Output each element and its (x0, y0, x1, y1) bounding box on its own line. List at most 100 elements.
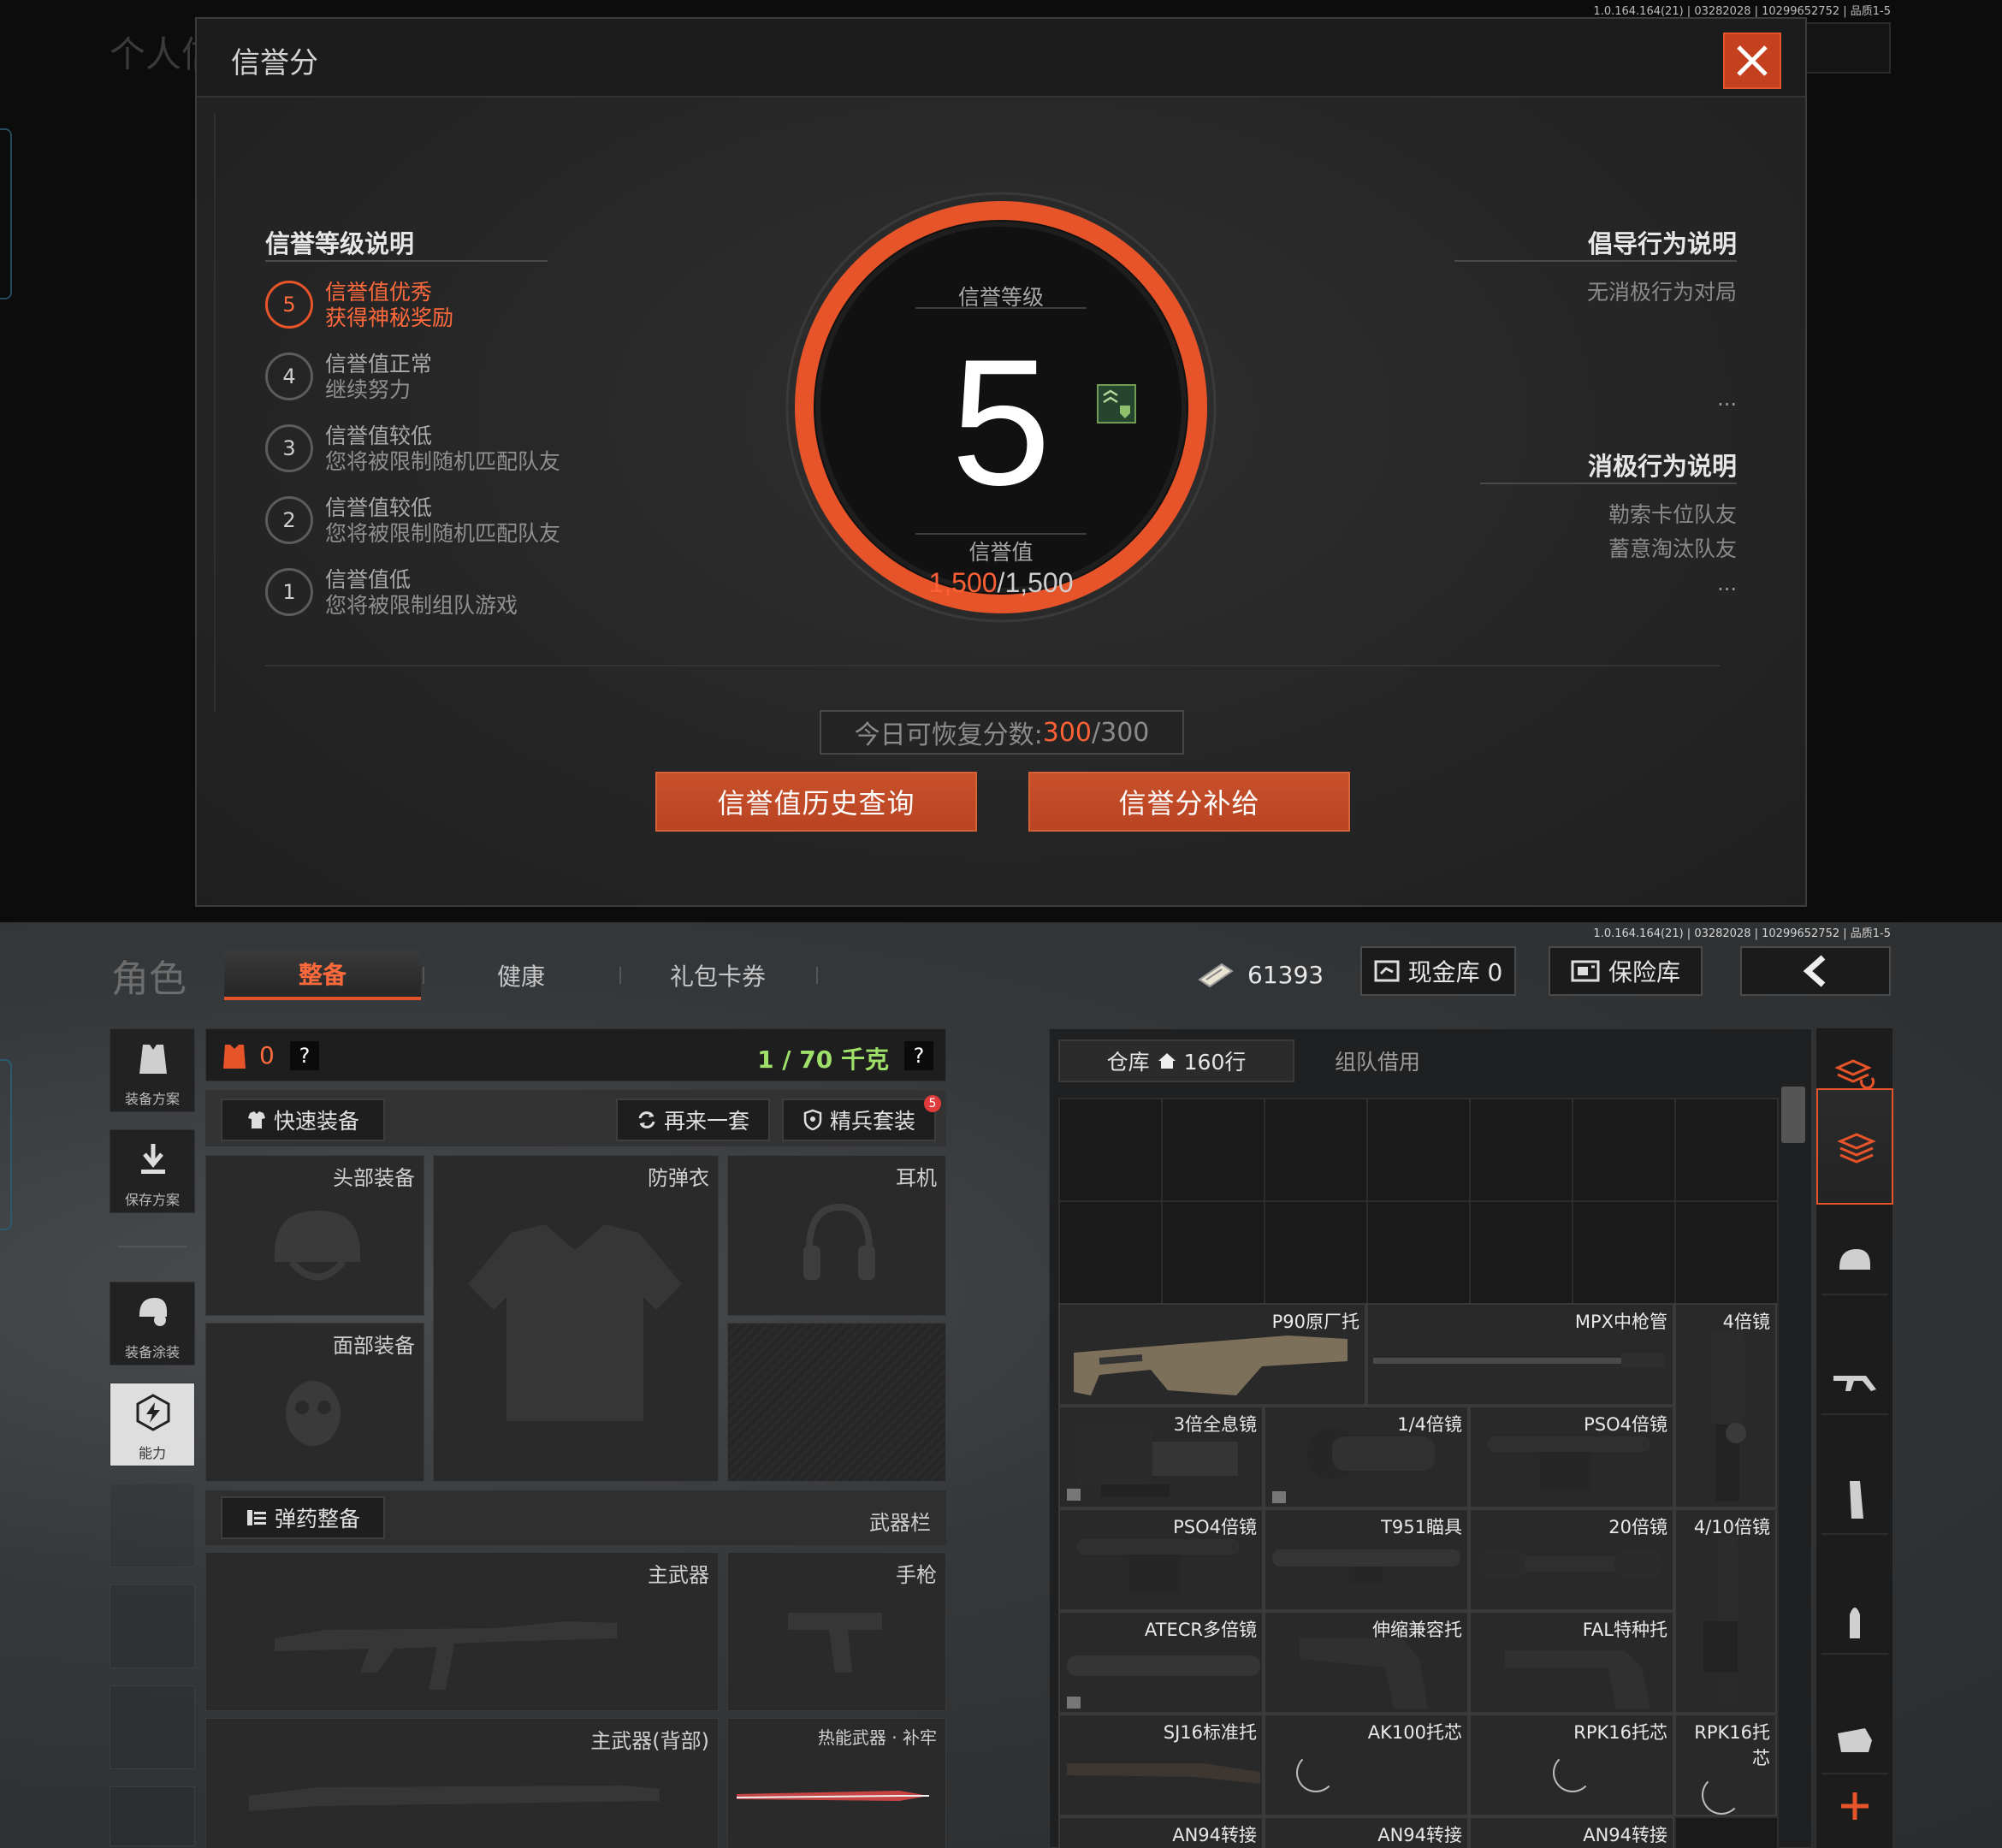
item-pso4-scope-2[interactable]: PSO4倍镜 (1058, 1508, 1264, 1611)
weight-help-button[interactable]: ? (904, 1041, 933, 1070)
item-pso4-scope[interactable]: PSO4倍镜 (1469, 1406, 1674, 1508)
item-mpx-barrel[interactable]: MPX中枪管 (1366, 1303, 1674, 1406)
level-desc: 您将被限制随机匹配队友 (325, 449, 561, 474)
headset-slot[interactable]: 耳机 (727, 1155, 946, 1316)
level-badge: 1 (265, 568, 313, 616)
close-button[interactable] (1723, 33, 1781, 89)
history-button[interactable]: 信誉值历史查询 (655, 772, 977, 832)
rank-icon (1097, 384, 1136, 424)
stock-icon (1505, 1650, 1650, 1709)
item-name: AN94转接 (1377, 1825, 1462, 1845)
back-button[interactable] (1740, 946, 1891, 996)
tab-team-borrow[interactable]: 组队借用 (1298, 1040, 1457, 1082)
item-name: SJ16标准托 (1163, 1722, 1257, 1743)
level-desc: 继续努力 (325, 377, 412, 402)
item-an94-adapter-3[interactable]: AN94转接 (1469, 1816, 1674, 1848)
ammo-prep-button[interactable]: 弹药整备 (221, 1496, 385, 1539)
face-slot[interactable]: 面部装备 (205, 1323, 424, 1482)
item-atecr-scope[interactable]: ATECR多倍镜 (1058, 1611, 1264, 1714)
value-label: 信誉值 (968, 541, 1033, 565)
tab-gift-cards[interactable]: 礼包卡券 (619, 951, 816, 1000)
loadout-plan-button[interactable]: 装备方案 (110, 1028, 195, 1112)
category-magazine[interactable] (1821, 1468, 1888, 1535)
item-name: MPX中枪管 (1574, 1312, 1667, 1332)
category-ammo[interactable] (1821, 1588, 1888, 1655)
armor-count: 0 (259, 1041, 275, 1069)
ability-button[interactable]: 能力 (110, 1383, 195, 1466)
plus-icon (1841, 1792, 1869, 1820)
barrel-icon (1373, 1353, 1664, 1368)
elite-set-button[interactable]: 精兵套装 (782, 1099, 936, 1141)
item-sj16-stock[interactable]: SJ16标准托 (1058, 1714, 1264, 1816)
item-rpk16-core[interactable]: RPK16托芯 (1469, 1714, 1674, 1816)
slot-label: 面部装备 (333, 1334, 415, 1358)
primary-weapon-slot[interactable]: 主武器 (205, 1552, 719, 1711)
level-desc: 您将被限制随机匹配队友 (325, 521, 561, 546)
item-4x-scope[interactable]: 4倍镜 (1674, 1303, 1777, 1508)
inventory-scrollbar[interactable] (1781, 1087, 1805, 1143)
empty-slot (110, 1584, 195, 1668)
cash-vault-button[interactable]: 现金库 0 (1360, 946, 1516, 996)
category-sidebar (1815, 1028, 1893, 1848)
tab-loadout[interactable]: 整备 (224, 951, 421, 1000)
item-collapsible-stock[interactable]: 伸缩兼容托 (1264, 1611, 1469, 1714)
item-20x-scope[interactable]: 20倍镜 (1469, 1508, 1674, 1611)
long-scope-icon (1272, 1549, 1460, 1584)
layers-icon (1837, 1133, 1876, 1164)
item-1-4x-scope[interactable]: 1/4倍镜 (1264, 1406, 1469, 1508)
item-ak100-core[interactable]: AK100托芯 (1264, 1714, 1469, 1816)
tab-storage[interactable]: 仓库 160行 (1058, 1040, 1294, 1082)
melee-slot[interactable]: 热能武器 · 补牢 (727, 1718, 946, 1848)
shirt-icon (247, 1111, 265, 1128)
quick-equip-label: 快速装备 (273, 1109, 359, 1134)
save-plan-button[interactable]: 保存方案 (110, 1129, 195, 1213)
sort-stack-icon (1834, 1059, 1875, 1089)
supply-button[interactable]: 信誉分补给 (1028, 772, 1350, 832)
back-rifle-icon (249, 1786, 660, 1811)
sidebar-divider (118, 1246, 187, 1247)
item-an94-adapter[interactable]: AN94转接 (1058, 1816, 1264, 1848)
equipment-paint-button[interactable]: 装备涂装 (110, 1282, 195, 1365)
item-p90-stock[interactable]: P90原厂托 (1058, 1303, 1366, 1406)
tab-health[interactable]: 健康 (423, 951, 619, 1000)
ammo-prep-label: 弹药整备 (274, 1507, 360, 1531)
bullet-icon (1850, 1608, 1860, 1638)
tab-separator (816, 967, 818, 984)
pistol-slot[interactable]: 手枪 (727, 1552, 946, 1711)
level-desc: 您将被限制组队游戏 (325, 593, 518, 618)
vest-slot[interactable]: 防弹衣 (433, 1155, 719, 1482)
levels-underline (265, 260, 548, 262)
helmet-paint-icon (139, 1298, 167, 1326)
home-icon (1158, 1053, 1176, 1069)
armor-help-button[interactable]: ? (290, 1041, 319, 1070)
loading-icon (1553, 1753, 1592, 1792)
category-rifle[interactable] (1821, 1348, 1888, 1415)
variable-scope-icon (1067, 1656, 1260, 1709)
quick-equip-button[interactable]: 快速装备 (221, 1099, 385, 1141)
head-slot[interactable]: 头部装备 (205, 1155, 424, 1316)
item-3x-holo[interactable]: 3倍全息镜 (1058, 1406, 1264, 1508)
item-name: AK100托芯 (1367, 1722, 1462, 1743)
category-medkit[interactable] (1821, 1708, 1888, 1774)
rifle-icon (275, 1621, 617, 1690)
slot-label: 手枪 (896, 1563, 937, 1587)
category-helmet[interactable] (1821, 1229, 1888, 1295)
level-row-3: 3 信誉值较低 您将被限制随机匹配队友 (265, 419, 625, 476)
add-category-button[interactable] (1821, 1773, 1888, 1839)
negative-title: 消极行为说明 (1587, 452, 1737, 481)
negative-more: ... (1717, 572, 1737, 595)
item-4-10x-scope[interactable]: 4/10倍镜 (1674, 1508, 1777, 1714)
again-button[interactable]: 再来一套 (616, 1099, 770, 1141)
category-all[interactable] (1816, 1088, 1893, 1205)
item-rpk16-core-2[interactable]: RPK16托芯 (1674, 1714, 1777, 1816)
credit-level-ring: 信誉等级 5 信誉值 1,500/1,500 (785, 192, 1217, 623)
back-weapon-slot[interactable]: 主武器(背部) (205, 1718, 719, 1848)
item-t951-sight[interactable]: T951瞄具 (1264, 1508, 1469, 1611)
tall-scope-icon (1710, 1330, 1746, 1502)
item-fal-stock[interactable]: FAL特种托 (1469, 1611, 1674, 1714)
sniper-scope-icon (1478, 1551, 1662, 1577)
item-an94-adapter-2[interactable]: AN94转接 (1264, 1816, 1469, 1848)
slot-label: 防弹衣 (648, 1166, 709, 1190)
safe-box-button[interactable]: 保险库 (1549, 946, 1703, 996)
value-current: 1,500 (928, 567, 997, 598)
